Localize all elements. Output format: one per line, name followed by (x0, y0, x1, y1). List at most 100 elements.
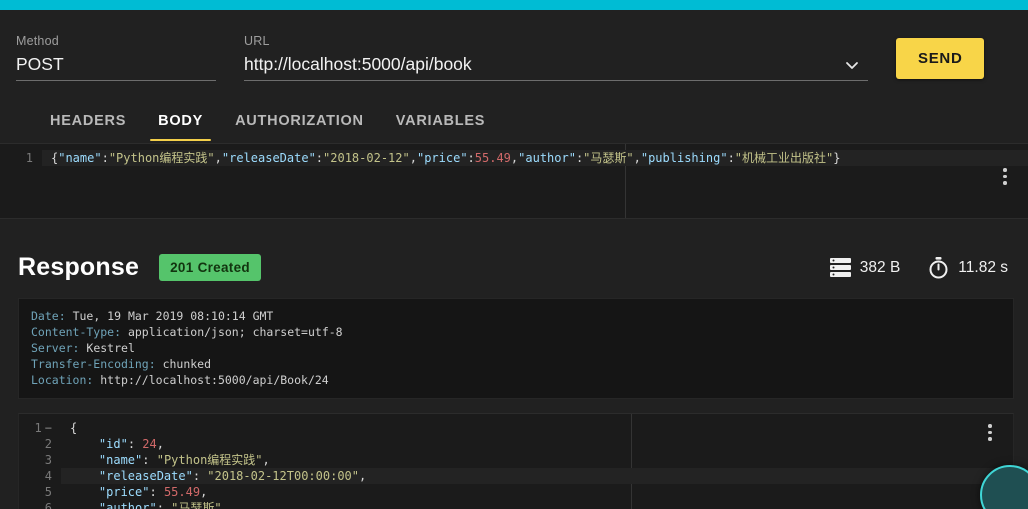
response-header: Response 201 Created 382 B 11.82 s (0, 237, 1028, 282)
code-line[interactable]: "price": 55.49, (61, 484, 1013, 500)
api-client-window: Method POST URL http://localhost:5000/ap… (0, 0, 1028, 509)
token-comma: , (409, 151, 417, 165)
token-value-publishing: "机械工业出版社" (734, 151, 834, 165)
token-comma: , (156, 437, 164, 451)
fold-toggle-icon[interactable]: − (42, 421, 52, 435)
token-key-author: "author" (518, 151, 576, 165)
line-number: 4 (44, 469, 52, 483)
header-name: Transfer-Encoding: (31, 357, 156, 371)
method-value[interactable]: POST (16, 53, 216, 75)
line-number: 5 (44, 485, 52, 499)
token-value-releasedate: "2018-02-12" (323, 151, 410, 165)
token-value-name: "Python编程实践" (156, 453, 263, 467)
tab-variables[interactable]: VARIABLES (380, 103, 501, 141)
line-number-text: 1 (34, 421, 42, 435)
method-label: Method (16, 34, 59, 48)
header-row: Server: Kestrel (31, 340, 1001, 356)
token-value-releasedate: "2018-02-12T00:00:00" (207, 469, 359, 483)
method-underline (16, 80, 216, 81)
tab-headers[interactable]: HEADERS (34, 103, 142, 141)
token-colon: : (149, 485, 164, 499)
token-colon: : (727, 151, 735, 165)
header-row: Transfer-Encoding: chunked (31, 356, 1001, 372)
page-title: Response (18, 253, 140, 281)
header-name: Date: (31, 309, 66, 323)
token-comma: , (359, 469, 367, 483)
token-value-price: 55.49 (163, 485, 201, 499)
token-key-price: "price" (416, 151, 468, 165)
token-key-id: "id" (98, 437, 128, 451)
header-value: chunked (162, 357, 212, 371)
token-key-releasedate: "releaseDate" (221, 151, 316, 165)
token-value-author: "马瑟斯" (171, 501, 222, 509)
header-name: Content-Type: (31, 325, 122, 339)
body-editor-code[interactable]: {"name":"Python编程实践","releaseDate":"2018… (42, 144, 1028, 218)
code-line[interactable]: "id": 24, (61, 436, 1013, 452)
response-time-text: 11.82 s (958, 258, 1008, 276)
token-colon: : (156, 501, 172, 509)
response-size-text: 382 B (859, 258, 901, 276)
token-comma: , (214, 151, 222, 165)
code-line[interactable]: "releaseDate": "2018-02-12T00:00:00", (61, 468, 1013, 484)
url-value[interactable]: http://localhost:5000/api/book (244, 53, 868, 75)
line-number: 1− (19, 420, 61, 436)
body-editor-gutter: 1 (0, 144, 42, 218)
token-colon: : (467, 151, 475, 165)
response-editor-gutter: 1− 2 3 4 5 6 7 8 (19, 414, 61, 509)
tab-body[interactable]: BODY (142, 103, 219, 141)
method-field[interactable]: Method POST (16, 34, 216, 81)
token-comma: , (633, 151, 641, 165)
url-field[interactable]: URL http://localhost:5000/api/book (244, 34, 868, 81)
header-row: Content-Type: application/json; charset=… (31, 324, 1001, 340)
tab-authorization[interactable]: AUTHORIZATION (219, 103, 380, 141)
header-value: application/json; charset=utf-8 (127, 325, 343, 339)
token-key-author: "author" (98, 501, 157, 509)
header-value: Tue, 19 Mar 2019 08:10:14 GMT (72, 309, 274, 323)
token-brace-close: } (833, 151, 841, 165)
token-colon: : (101, 151, 109, 165)
token-value-id: 24 (142, 437, 157, 451)
token-comma: , (262, 453, 270, 467)
token-value-name: "Python编程实践" (108, 151, 215, 165)
token-brace-open: { (70, 421, 78, 435)
top-accent-bar (0, 0, 1028, 10)
request-body-editor[interactable]: 1 {"name":"Python编程实践","releaseDate":"20… (0, 143, 1028, 219)
code-line[interactable]: "name": "Python编程实践", (61, 452, 1013, 468)
send-button[interactable]: SEND (896, 38, 985, 79)
stopwatch-icon (928, 256, 949, 279)
token-key-price: "price" (98, 485, 150, 499)
response-body-editor[interactable]: 1− 2 3 4 5 6 7 8 { "id": 24, "name": "Py… (18, 413, 1014, 509)
status-badge: 201 Created (159, 254, 261, 281)
token-colon: : (127, 437, 143, 451)
url-label: URL (244, 34, 270, 48)
line-number: 3 (44, 453, 52, 467)
response-headers-panel: Date: Tue, 19 Mar 2019 08:10:14 GMT Cont… (18, 298, 1014, 399)
request-bar: Method POST URL http://localhost:5000/ap… (0, 10, 1028, 81)
request-tabs: HEADERS BODY AUTHORIZATION VARIABLES (0, 103, 1028, 141)
line-number: 2 (44, 437, 52, 451)
token-value-price: 55.49 (474, 151, 511, 165)
header-name: Server: (31, 341, 80, 355)
token-value-author: "马瑟斯" (583, 151, 634, 165)
response-editor-code[interactable]: { "id": 24, "name": "Python编程实践", "relea… (61, 414, 1013, 509)
token-comma: , (200, 485, 208, 499)
token-comma: , (221, 501, 229, 509)
code-line[interactable]: { (61, 420, 1013, 436)
token-colon: : (315, 151, 324, 165)
chevron-down-icon[interactable] (842, 55, 862, 75)
url-underline (244, 80, 868, 81)
line-number: 1 (25, 151, 33, 165)
response-time: 11.82 s (928, 256, 1008, 279)
code-line[interactable]: "author": "马瑟斯", (61, 500, 1013, 509)
header-value: http://localhost:5000/api/Book/24 (100, 373, 329, 387)
header-value: Kestrel (86, 341, 135, 355)
more-vertical-icon[interactable] (996, 168, 1014, 185)
more-vertical-icon[interactable] (981, 424, 999, 441)
token-key-releasedate: "releaseDate" (98, 469, 193, 483)
header-row: Location: http://localhost:5000/api/Book… (31, 372, 1001, 388)
code-line[interactable]: {"name":"Python编程实践","releaseDate":"2018… (42, 150, 1028, 166)
server-icon (829, 258, 851, 277)
response-size: 382 B (829, 258, 901, 277)
token-colon: : (192, 469, 208, 483)
header-row: Date: Tue, 19 Mar 2019 08:10:14 GMT (31, 308, 1001, 324)
